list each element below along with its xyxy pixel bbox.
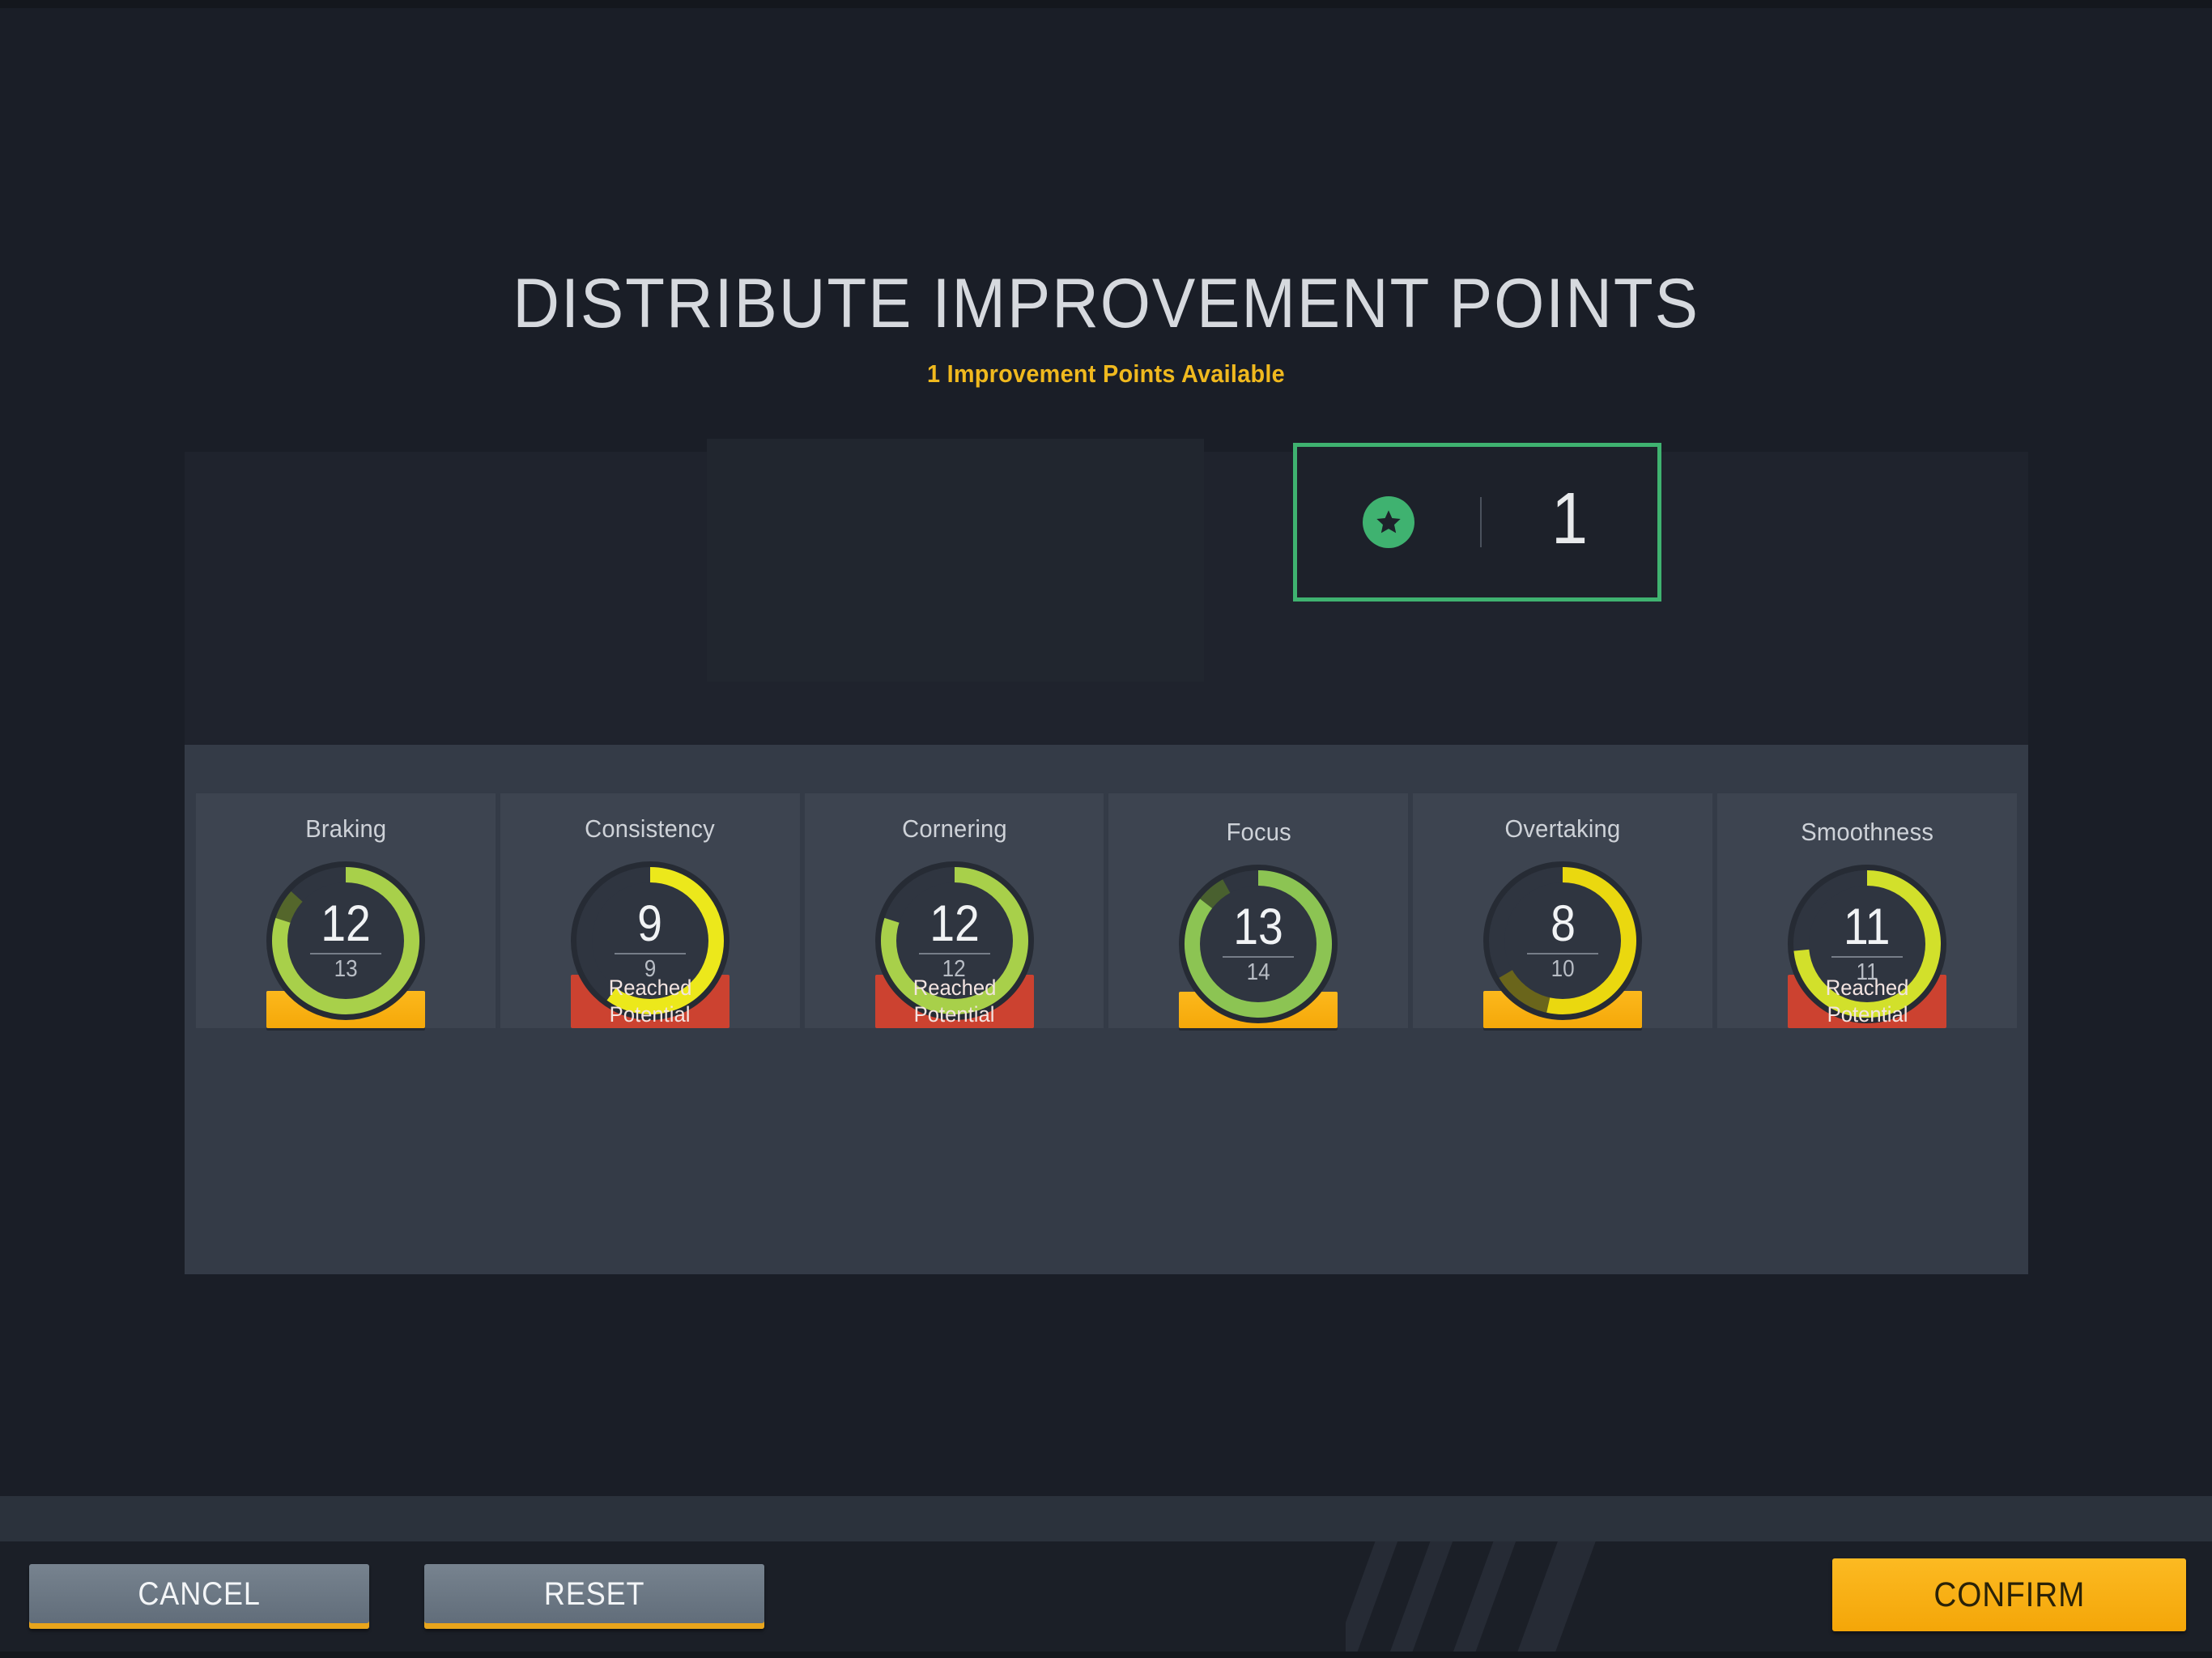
- reached-potential-line2: Potential: [609, 1002, 691, 1027]
- stat-potential-value: 10: [1551, 955, 1575, 982]
- stat-current-value: 12: [929, 895, 980, 953]
- stat-current-value: 12: [321, 895, 371, 953]
- stat-card-cornering: Cornering 12 12 Reached Potential: [804, 793, 1104, 1028]
- stat-card-focus: Focus 13 14 +: [1108, 793, 1409, 1028]
- points-available-label: 1 Improvement Points Available: [926, 359, 1286, 389]
- gauge-rule: [309, 952, 381, 954]
- stat-potential-value: 13: [334, 955, 358, 982]
- letterbox-bottom: [0, 1652, 2212, 1658]
- confirm-button-label: CONFIRM: [1933, 1575, 2085, 1614]
- gauge-rule: [918, 952, 990, 954]
- gauge-center: 8 10: [1504, 882, 1622, 999]
- main-panel: 1 Braking 12 13 + Consistency 9 9 Reached Potent…: [185, 439, 2028, 1274]
- cancel-button[interactable]: CANCEL: [29, 1564, 369, 1629]
- stat-gauge: 13 14: [1172, 858, 1344, 1023]
- star-icon: [1363, 496, 1414, 548]
- gauge-rule: [1527, 952, 1599, 954]
- gauge-rule: [1223, 955, 1295, 958]
- badge-value: 1: [1551, 478, 1589, 559]
- page-title: DISTRIBUTE IMPROVEMENT POINTS: [513, 265, 1699, 342]
- gauge-center: 13 14: [1200, 886, 1317, 1002]
- gauge-center: 12 13: [287, 882, 404, 999]
- stat-gauge: 11 11: [1781, 858, 1953, 1023]
- reset-button-label: RESET: [543, 1575, 645, 1612]
- stat-card-consistency: Consistency 9 9 Reached Potential: [500, 793, 800, 1028]
- improvement-points-badge[interactable]: 1: [1293, 443, 1661, 602]
- stat-current-value: 8: [1550, 895, 1576, 953]
- stat-label: Smoothness: [1801, 818, 1933, 846]
- stat-card-overtaking: Overtaking 8 10 +: [1413, 793, 1713, 1028]
- reached-potential-line1: Reached: [912, 976, 996, 1001]
- reached-potential-line2: Potential: [913, 1002, 995, 1027]
- stat-current-value: 9: [637, 895, 663, 953]
- stat-label: Cornering: [901, 814, 1007, 843]
- stat-potential-value: 14: [1246, 959, 1270, 985]
- stat-gauge: 12 13: [260, 855, 432, 1020]
- decorative-stripes: [1346, 1541, 1613, 1652]
- badge-divider: [1480, 497, 1482, 547]
- footer-divider-strip: [0, 1496, 2212, 1541]
- stat-label: Consistency: [585, 814, 716, 843]
- reset-button[interactable]: RESET: [424, 1564, 764, 1629]
- badge-icon-wrap: [1297, 496, 1480, 548]
- letterbox-top: [0, 0, 2212, 8]
- reached-potential-line1: Reached: [1825, 976, 1909, 1001]
- reached-potential-line1: Reached: [608, 976, 692, 1001]
- reached-potential-line2: Potential: [1827, 1002, 1908, 1027]
- confirm-button[interactable]: CONFIRM: [1832, 1558, 2186, 1631]
- header: DISTRIBUTE IMPROVEMENT POINTS 1 Improvem…: [0, 267, 2212, 389]
- stat-card-braking: Braking 12 13 +: [196, 793, 496, 1028]
- cancel-button-label: CANCEL: [138, 1575, 261, 1612]
- stat-current-value: 11: [1844, 899, 1891, 956]
- stat-label: Braking: [304, 814, 386, 843]
- improvement-points-screen: DISTRIBUTE IMPROVEMENT POINTS 1 Improvem…: [0, 0, 2212, 1658]
- stat-card-smoothness: Smoothness 11 11 Reached Potential: [1717, 793, 2017, 1028]
- badge-zone: 1: [707, 439, 1661, 682]
- stat-label: Focus: [1226, 818, 1291, 846]
- stat-card-row: Braking 12 13 + Consistency 9 9 Reached Potentia…: [196, 793, 2017, 1028]
- stat-gauge: 8 10: [1477, 855, 1648, 1020]
- stat-current-value: 13: [1233, 899, 1284, 956]
- stat-gauge: 99: [564, 855, 736, 1020]
- stat-gauge: 12 12: [869, 855, 1040, 1020]
- gauge-rule: [614, 952, 686, 954]
- gauge-rule: [1831, 955, 1904, 958]
- stat-label: Overtaking: [1504, 814, 1621, 843]
